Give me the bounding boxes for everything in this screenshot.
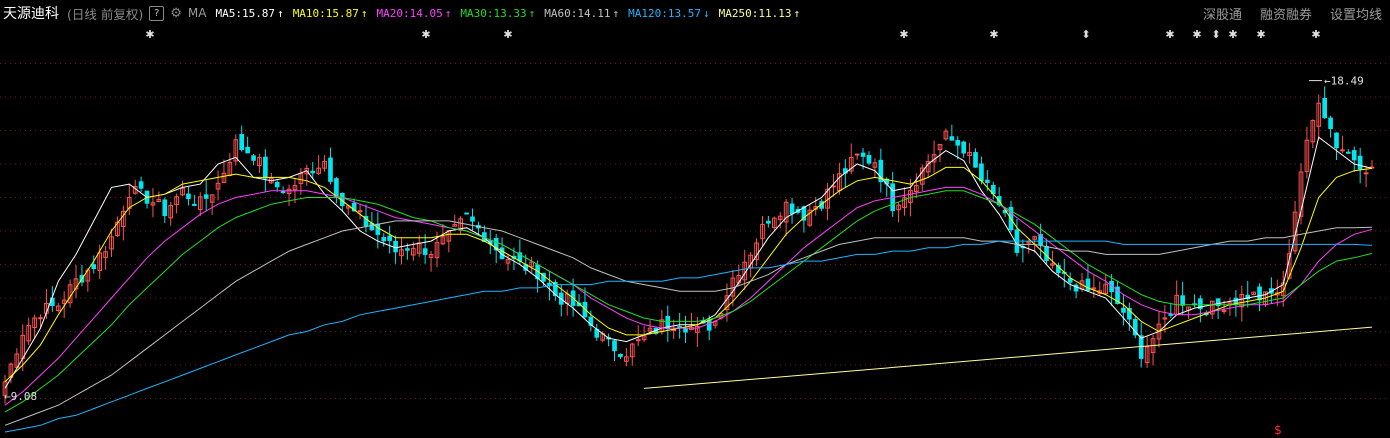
candle-body bbox=[186, 193, 191, 200]
candle-body bbox=[985, 179, 990, 183]
candle-body bbox=[239, 134, 245, 150]
candle-body bbox=[251, 155, 256, 161]
candle-body bbox=[618, 353, 623, 358]
candle-body bbox=[1180, 295, 1185, 306]
candle-body bbox=[1221, 310, 1227, 313]
candle-body bbox=[138, 181, 144, 189]
candle-body bbox=[245, 146, 250, 154]
candle-body bbox=[381, 237, 387, 242]
candle-body bbox=[1067, 278, 1073, 283]
candle-body bbox=[357, 210, 363, 213]
candle-body bbox=[979, 163, 984, 182]
kline-chart: 天源迪科 (日线 前复权) ? ⚙ MA MA5:15.87 ↑ MA10:15.8… bbox=[0, 0, 1390, 438]
event-star-icon: ✱ bbox=[421, 28, 430, 41]
candle-body bbox=[1121, 307, 1126, 313]
ma-line-ma30 bbox=[4, 190, 1373, 413]
candle-body bbox=[192, 203, 197, 206]
event-star-icon: ✱ bbox=[503, 28, 512, 41]
candle-body bbox=[766, 220, 771, 224]
event-star-icon: ✱ bbox=[899, 28, 908, 41]
candle-body bbox=[860, 152, 866, 157]
candle-body bbox=[91, 264, 97, 269]
candle-body bbox=[1322, 97, 1327, 119]
candle-body bbox=[1357, 155, 1363, 170]
candle-body bbox=[274, 181, 280, 188]
candle-body bbox=[1168, 313, 1174, 316]
candle-body bbox=[328, 157, 333, 182]
candle-body bbox=[387, 235, 392, 241]
candle-body bbox=[635, 339, 641, 342]
candle-body bbox=[1328, 117, 1333, 129]
candle-body bbox=[1351, 150, 1357, 161]
candle-body bbox=[310, 170, 316, 174]
candle-body bbox=[612, 340, 617, 352]
price-plot: ✱ ✱ ✱ ✱ ✱ ✱ ✱ ✱ ✱ ✱ ⬍ ⬍ ←18.49 ←9.08 $ bbox=[0, 28, 1390, 437]
event-star-icon: ✱ bbox=[1256, 28, 1265, 41]
event-diamond-icon: ⬍ bbox=[1081, 28, 1090, 41]
event-star-icon: ✱ bbox=[989, 28, 998, 41]
candle-body bbox=[334, 178, 339, 198]
candle-body bbox=[973, 152, 978, 168]
ma-line-ma60 bbox=[4, 220, 1373, 426]
event-diamond-icon: ⬍ bbox=[1211, 28, 1220, 41]
event-star-icon: ✱ bbox=[1228, 28, 1237, 41]
candle-body bbox=[393, 240, 398, 253]
candle-body bbox=[961, 141, 967, 154]
event-star-icon: ✱ bbox=[1192, 28, 1201, 41]
ma-line-ma5 bbox=[4, 136, 1373, 389]
candle-body bbox=[375, 223, 381, 235]
candle-body bbox=[955, 139, 961, 146]
candle-body bbox=[263, 156, 268, 179]
candle-body bbox=[1334, 132, 1339, 149]
ma-line-ma250 bbox=[644, 326, 1373, 389]
candle-body bbox=[1044, 246, 1049, 261]
event-star-icon: ✱ bbox=[1311, 28, 1320, 41]
event-star-icon: ✱ bbox=[145, 28, 154, 41]
candle-body bbox=[854, 153, 860, 156]
candle-body bbox=[1363, 172, 1369, 175]
event-star-icon: ✱ bbox=[1165, 28, 1174, 41]
candle-body bbox=[683, 328, 688, 333]
dividend-marker: $ bbox=[1274, 423, 1282, 437]
candle-body bbox=[38, 317, 43, 320]
candle-body bbox=[866, 155, 872, 164]
low-price-label: ←9.08 bbox=[4, 390, 37, 403]
candle-body bbox=[789, 203, 795, 215]
candle-body bbox=[405, 248, 410, 251]
candle-body bbox=[464, 212, 469, 215]
candle-body bbox=[470, 216, 475, 222]
ma-line-ma120 bbox=[4, 240, 1373, 433]
candle-body bbox=[1340, 149, 1345, 152]
candle-body bbox=[422, 248, 428, 255]
candle-body bbox=[203, 194, 209, 199]
candle-body bbox=[280, 190, 286, 194]
ma-line-ma20 bbox=[4, 186, 1373, 406]
candle-body bbox=[949, 136, 955, 141]
candle-body bbox=[1257, 286, 1262, 301]
candle-body bbox=[162, 199, 168, 217]
high-price-label: ←18.49 bbox=[1324, 75, 1364, 88]
candle-body bbox=[1345, 151, 1351, 154]
